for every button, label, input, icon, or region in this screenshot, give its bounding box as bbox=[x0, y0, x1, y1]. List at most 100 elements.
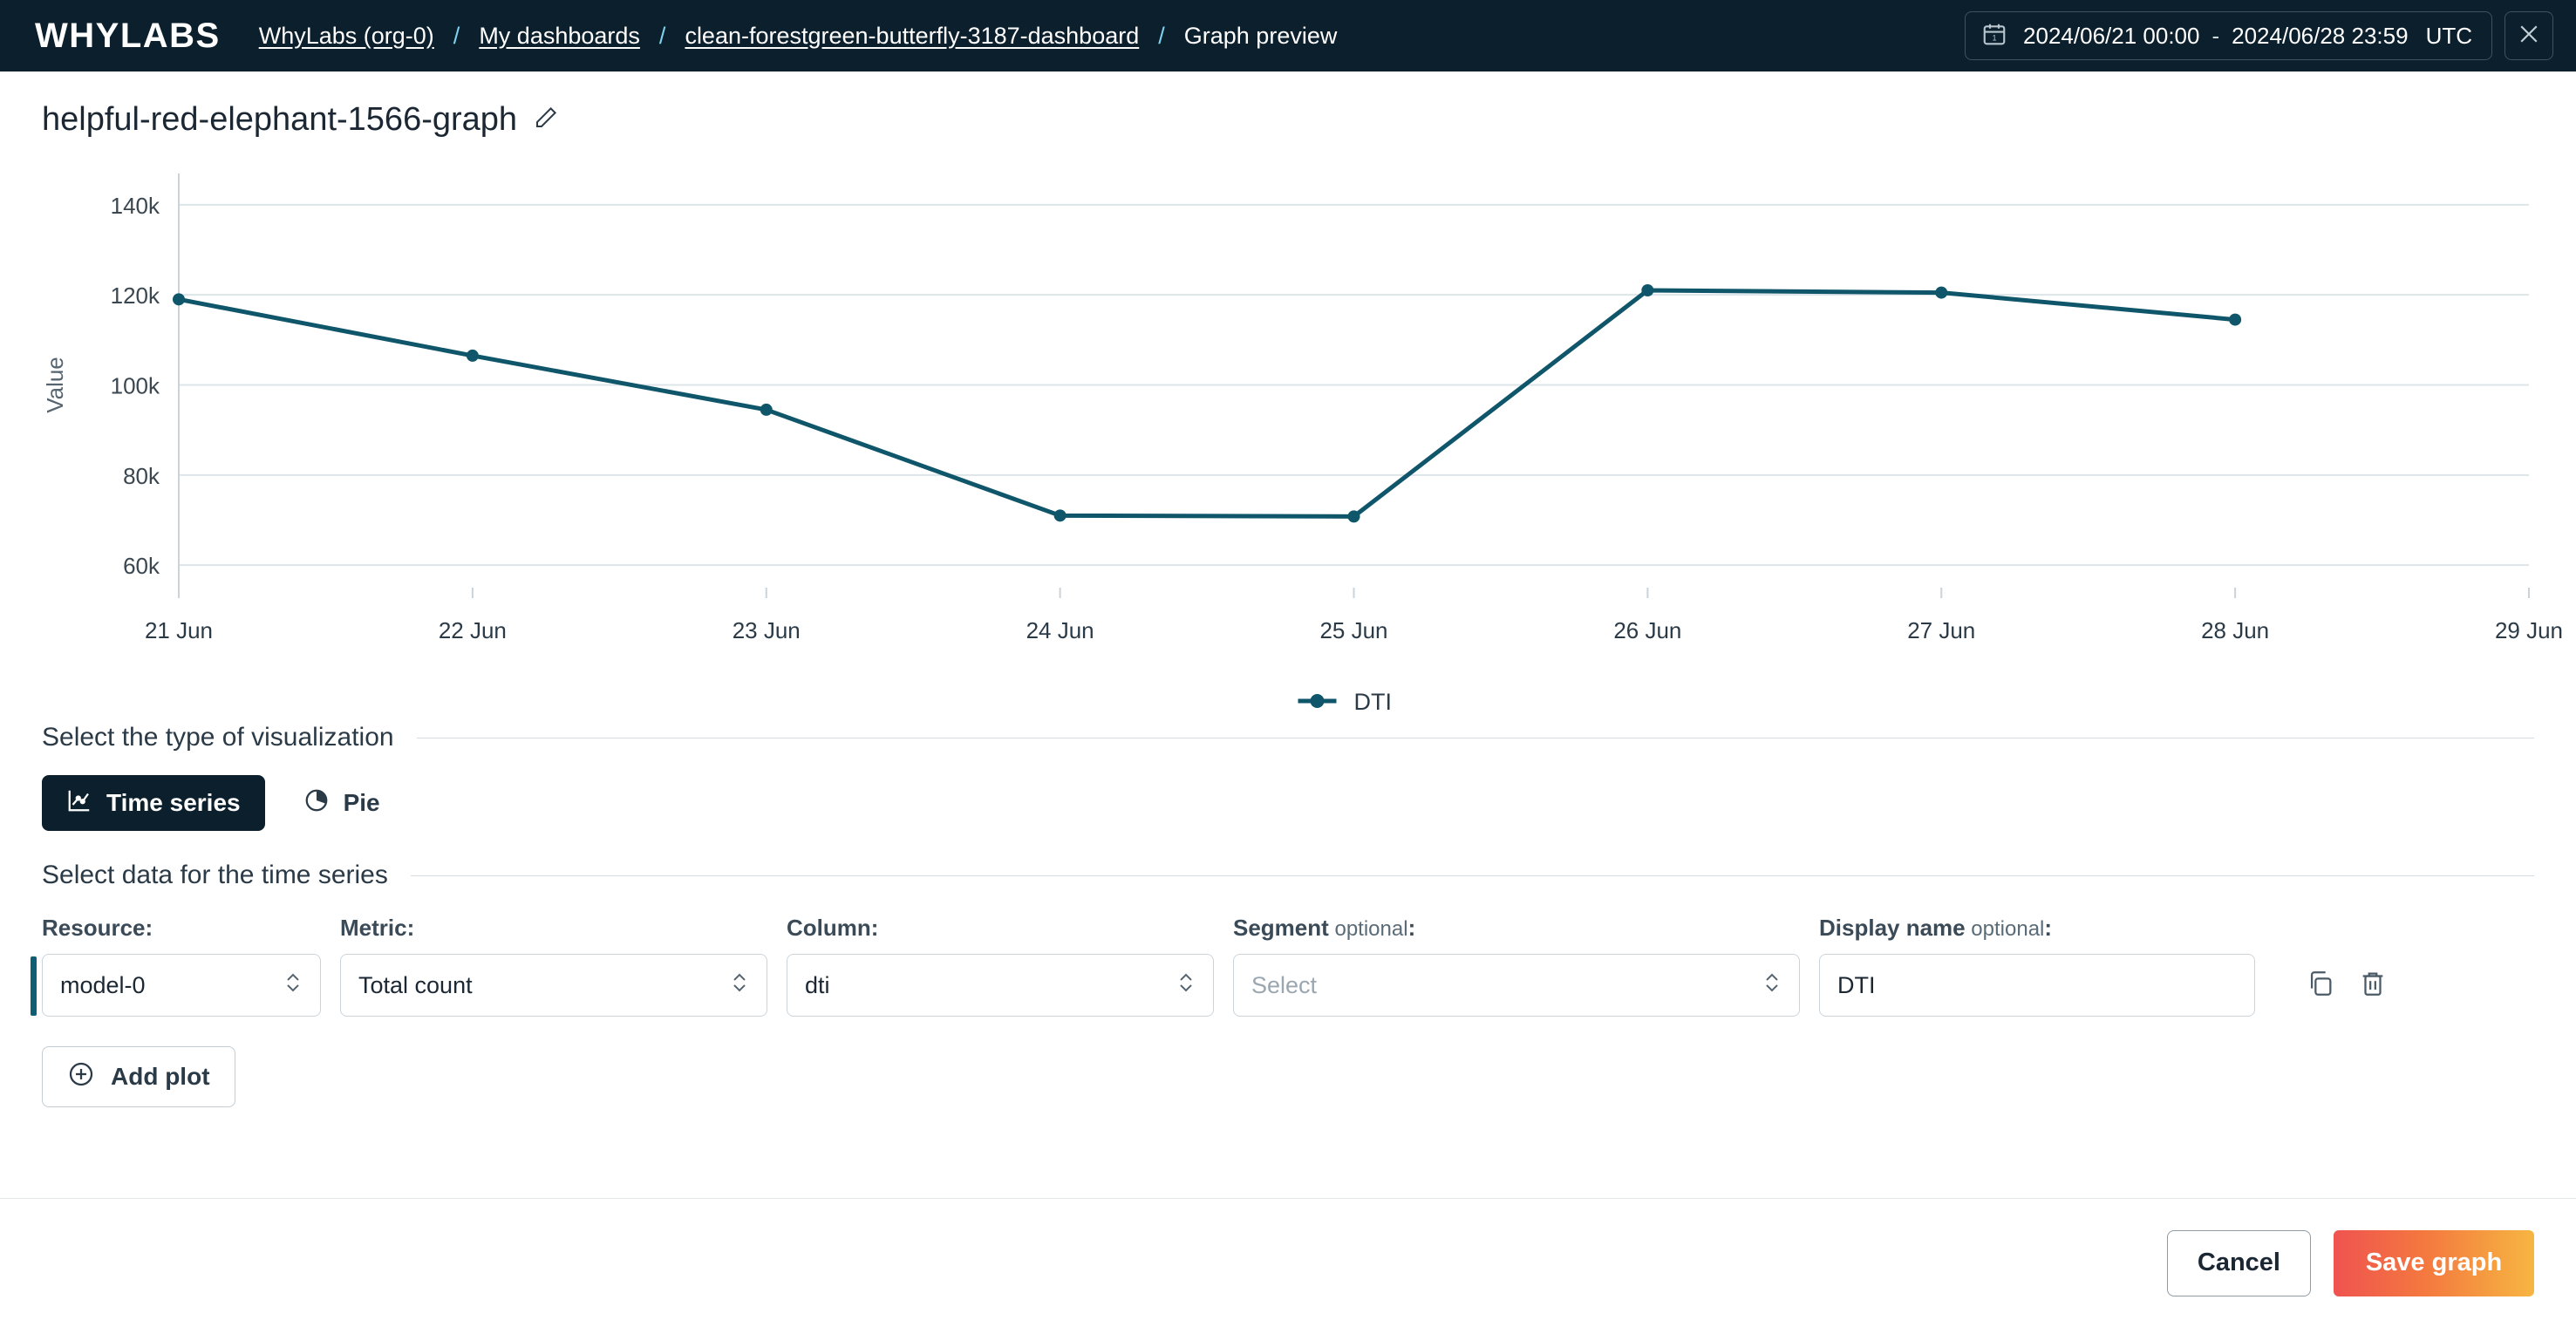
breadcrumb-item-dashboard[interactable]: clean-forestgreen-butterfly-3187-dashboa… bbox=[685, 23, 1139, 50]
visualization-type-toggle: Time series Pie bbox=[0, 752, 2576, 831]
segment-label-text: Segment bbox=[1233, 915, 1329, 941]
svg-text:1: 1 bbox=[1993, 33, 1997, 42]
column-value: dti bbox=[805, 971, 830, 998]
y-axis-tick-label: 80k bbox=[123, 463, 160, 489]
delete-plot-button[interactable] bbox=[2358, 969, 2388, 1003]
metric-label: Metric: bbox=[340, 915, 415, 941]
legend-dot-marker bbox=[1310, 694, 1325, 708]
x-axis-tick-label: 26 Jun bbox=[1613, 617, 1681, 643]
x-axis-tick-label: 21 Jun bbox=[145, 617, 213, 643]
plot-config-row: Resource: model-0 Metric: Total count Co… bbox=[31, 915, 2534, 1017]
graph-title-row: helpful-red-elephant-1566-graph bbox=[0, 71, 2576, 147]
segment-label-optional: optional bbox=[1328, 917, 1408, 941]
add-plot-button[interactable]: Add plot bbox=[42, 1046, 235, 1107]
add-plot-row: Add plot bbox=[0, 1017, 2576, 1107]
segment-field: Segment optional: Select bbox=[1233, 915, 1800, 1017]
plot-row-actions bbox=[2306, 969, 2388, 1017]
resource-field: Resource: model-0 bbox=[31, 915, 321, 1017]
resource-select[interactable]: model-0 bbox=[31, 954, 321, 1017]
data-point[interactable] bbox=[1641, 284, 1654, 296]
display-name-value: DTI bbox=[1837, 971, 1876, 998]
plot-config-area: Resource: model-0 Metric: Total count Co… bbox=[0, 890, 2576, 1017]
segment-placeholder: Select bbox=[1251, 971, 1318, 998]
display-name-label: Display name optional: bbox=[1819, 915, 2255, 942]
resource-value: model-0 bbox=[60, 971, 146, 998]
data-point[interactable] bbox=[2229, 313, 2242, 326]
data-point[interactable] bbox=[1053, 509, 1067, 522]
metric-value: Total count bbox=[358, 971, 473, 998]
breadcrumb-separator: / bbox=[1158, 22, 1165, 49]
top-header-bar: WHYLABS WhyLabs (org-0) / My dashboards … bbox=[0, 0, 2576, 71]
calendar-icon: 1 bbox=[1981, 21, 2007, 51]
header-right-controls: 1 2024/06/21 00:00 - 2024/06/28 23:59 UT… bbox=[1965, 11, 2553, 60]
footer-bar: Cancel Save graph bbox=[0, 1198, 2576, 1327]
chevron-updown-icon bbox=[1762, 970, 1782, 1002]
metric-select[interactable]: Total count bbox=[340, 954, 767, 1017]
add-plot-label: Add plot bbox=[111, 1063, 210, 1090]
date-range-text: 2024/06/21 00:00 - 2024/06/28 23:59 UTC bbox=[2023, 23, 2472, 50]
date-range-end: 2024/06/28 23:59 bbox=[2232, 22, 2409, 49]
viz-option-pie[interactable]: Pie bbox=[279, 775, 405, 831]
close-button[interactable] bbox=[2504, 11, 2553, 60]
visualization-type-label: Select the type of visualization bbox=[42, 723, 394, 752]
y-axis-tick-label: 100k bbox=[111, 373, 160, 399]
x-axis-tick-label: 23 Jun bbox=[733, 617, 801, 643]
y-axis-tick-label: 120k bbox=[111, 282, 160, 309]
line-chart-icon bbox=[66, 787, 92, 820]
x-axis-tick-label: 28 Jun bbox=[2201, 617, 2269, 643]
display-name-input[interactable]: DTI bbox=[1819, 954, 2255, 1017]
cancel-button[interactable]: Cancel bbox=[2166, 1229, 2311, 1296]
breadcrumb-separator: / bbox=[658, 22, 666, 49]
data-point[interactable] bbox=[760, 403, 773, 416]
display-name-label-text: Display name bbox=[1819, 915, 1966, 941]
date-range-picker[interactable]: 1 2024/06/21 00:00 - 2024/06/28 23:59 UT… bbox=[1965, 11, 2492, 60]
section-divider bbox=[410, 874, 2534, 876]
display-name-label-colon: : bbox=[2044, 915, 2053, 941]
plot-accent-bar bbox=[31, 956, 37, 1016]
breadcrumb: WhyLabs (org-0) / My dashboards / clean-… bbox=[259, 23, 1338, 50]
data-selection-section-header: Select data for the time series bbox=[0, 861, 2576, 890]
visualization-type-section-header: Select the type of visualization bbox=[0, 723, 2576, 752]
duplicate-plot-button[interactable] bbox=[2306, 969, 2335, 1003]
data-point[interactable] bbox=[466, 349, 479, 362]
display-name-label-optional: optional bbox=[1965, 917, 2045, 941]
resource-label: Resource: bbox=[42, 915, 153, 941]
column-label: Column: bbox=[787, 915, 879, 941]
y-axis-tick-label: 60k bbox=[123, 553, 160, 579]
chevron-updown-icon bbox=[283, 970, 303, 1002]
y-axis-tick-label: 140k bbox=[111, 193, 160, 219]
time-series-chart: 60k 80k 100k 120k 140k Value 21 Jun 22 Jun 23 Ju… bbox=[0, 147, 2576, 714]
legend-label[interactable]: DTI bbox=[1354, 689, 1393, 714]
x-axis-tick-label: 22 Jun bbox=[439, 617, 507, 643]
data-selection-label: Select data for the time series bbox=[42, 861, 388, 889]
series-line bbox=[176, 288, 2238, 519]
x-axis-tick-label: 24 Jun bbox=[1026, 617, 1094, 643]
x-axis-tick-label: 29 Jun bbox=[2495, 617, 2563, 643]
whylabs-logo: WHYLABS bbox=[35, 16, 221, 55]
trash-icon bbox=[2358, 969, 2388, 1003]
save-graph-button[interactable]: Save graph bbox=[2334, 1229, 2534, 1296]
viz-option-time-series[interactable]: Time series bbox=[42, 775, 265, 831]
viz-option-pie-label: Pie bbox=[343, 789, 380, 816]
pie-chart-icon bbox=[303, 787, 330, 820]
display-name-field: Display name optional: DTI bbox=[1819, 915, 2255, 1017]
copy-icon bbox=[2306, 969, 2335, 1003]
breadcrumb-item-my-dashboards[interactable]: My dashboards bbox=[479, 23, 640, 50]
breadcrumb-item-org[interactable]: WhyLabs (org-0) bbox=[259, 23, 434, 50]
viz-option-time-series-label: Time series bbox=[106, 789, 241, 816]
chevron-updown-icon bbox=[730, 970, 749, 1002]
x-axis-tick-label: 25 Jun bbox=[1319, 617, 1387, 643]
date-range-start: 2024/06/21 00:00 bbox=[2023, 22, 2200, 49]
breadcrumb-separator: / bbox=[453, 22, 460, 49]
data-point[interactable] bbox=[1347, 510, 1360, 523]
plus-circle-icon bbox=[67, 1060, 95, 1094]
edit-title-button[interactable] bbox=[533, 105, 559, 135]
chevron-updown-icon bbox=[1176, 970, 1196, 1002]
data-point[interactable] bbox=[1935, 286, 1948, 299]
data-point[interactable] bbox=[173, 293, 185, 306]
date-range-timezone: UTC bbox=[2425, 22, 2472, 49]
date-range-dash: - bbox=[2211, 22, 2220, 49]
column-select[interactable]: dti bbox=[787, 954, 1214, 1017]
y-axis-title: Value bbox=[42, 357, 68, 413]
segment-select[interactable]: Select bbox=[1233, 954, 1800, 1017]
